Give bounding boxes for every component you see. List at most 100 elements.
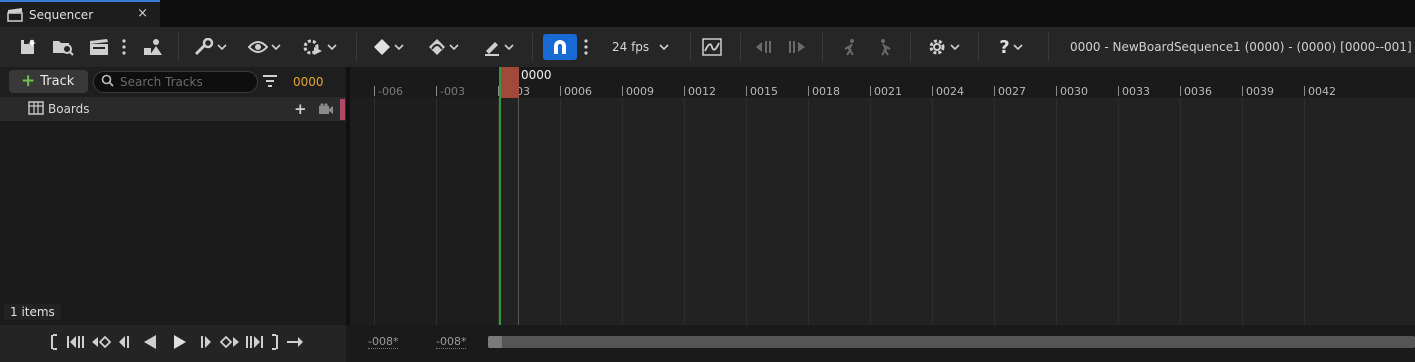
- wrench-icon: [194, 38, 214, 56]
- step-back-key-icon: [753, 39, 775, 55]
- step-forward-icon: [199, 334, 213, 353]
- play-reverse-icon: [142, 334, 158, 353]
- ruler-tick: [870, 86, 871, 96]
- gear-icon: [927, 37, 947, 57]
- ruler-tick-label: 0021: [874, 85, 902, 98]
- current-time-readout[interactable]: 0000: [293, 75, 324, 89]
- arrow-right-icon: [286, 334, 304, 353]
- grid-line: [1056, 98, 1057, 325]
- view-range-start[interactable]: -008*: [368, 335, 399, 349]
- previous-key-button[interactable]: [90, 335, 112, 351]
- ruler-tick-label: 0015: [750, 85, 778, 98]
- next-key-button[interactable]: [785, 35, 809, 59]
- key-interp-dropdown[interactable]: [425, 35, 461, 59]
- snap-options-button[interactable]: [580, 35, 592, 59]
- grid-line: [932, 98, 933, 325]
- scrollbar-thumb[interactable]: [488, 336, 502, 348]
- play-options-dropdown[interactable]: [300, 35, 338, 59]
- playback-start-marker[interactable]: [499, 67, 501, 325]
- ruler-tick: [622, 86, 623, 96]
- track-row-boards[interactable]: Boards +: [0, 97, 346, 121]
- help-dropdown[interactable]: ?: [992, 35, 1030, 59]
- toolbar: 24 fps ? 0000 - NewBoardSequence1 (0000)…: [0, 27, 1415, 67]
- playhead-handle[interactable]: [499, 67, 519, 98]
- key-dropdown[interactable]: [370, 35, 406, 59]
- camera-cut-button[interactable]: [141, 35, 165, 59]
- ruler-tick-label: 0009: [626, 85, 654, 98]
- playhead-line: [518, 98, 519, 325]
- browse-button[interactable]: [51, 35, 75, 59]
- filter-button[interactable]: [262, 74, 278, 91]
- outliner-header: + Track 0000: [0, 67, 346, 97]
- go-to-end-button[interactable]: [271, 333, 279, 353]
- transport-controls: [0, 325, 346, 362]
- walk-forward-button[interactable]: [873, 35, 897, 59]
- grid-line: [808, 98, 809, 325]
- chevron-down-icon: [659, 44, 669, 50]
- render-movie-button[interactable]: [88, 35, 110, 59]
- ruler-tick: [1056, 86, 1057, 96]
- timeline-area[interactable]: -006-00300030006000900120015001800210024…: [350, 67, 1415, 325]
- ruler-tick: [374, 86, 375, 96]
- pencil-icon: [483, 38, 501, 56]
- magnet-icon: [551, 38, 569, 56]
- storyboard-grid-icon: [28, 100, 44, 118]
- next-frame-button[interactable]: [199, 335, 213, 351]
- toolbar-separator: [978, 33, 979, 61]
- loop-mode-button[interactable]: [286, 335, 304, 351]
- actors-icon: [142, 38, 164, 56]
- ruler-tick-label: 0033: [1122, 85, 1150, 98]
- tab-label: Sequencer: [29, 7, 94, 22]
- diamond-key-icon: [373, 38, 391, 56]
- previous-frame-set-button[interactable]: [66, 335, 86, 351]
- ruler-tick-label: 0027: [998, 85, 1026, 98]
- curve-editor-button[interactable]: [701, 35, 723, 59]
- frame-rate-dropdown[interactable]: 24 fps: [612, 35, 674, 59]
- add-board-button[interactable]: +: [294, 100, 307, 118]
- toolbar-separator: [740, 33, 741, 61]
- camera-icon[interactable]: [318, 103, 334, 118]
- toolbar-separator: [690, 33, 691, 61]
- grid-line: [994, 98, 995, 325]
- sequence-breadcrumb[interactable]: 0000 - NewBoardSequence1 (0000) - (0000)…: [1070, 40, 1412, 54]
- ruler-tick: [994, 86, 995, 96]
- grid-line: [684, 98, 685, 325]
- chevron-down-icon: [270, 44, 281, 50]
- prev-key-button[interactable]: [752, 35, 776, 59]
- step-forward-key-icon: [786, 39, 808, 55]
- grid-line: [746, 98, 747, 325]
- close-tab-button[interactable]: ×: [137, 6, 148, 21]
- previous-frame-button[interactable]: [117, 335, 131, 351]
- timeline-scrollbar[interactable]: [488, 336, 1415, 348]
- play-button[interactable]: [172, 334, 188, 351]
- search-tracks-input[interactable]: [120, 75, 250, 89]
- ruler-tick-label: -006: [378, 85, 403, 98]
- eye-icon: [247, 40, 268, 54]
- gear-play-icon: [302, 38, 324, 56]
- jump-end-icon: [271, 333, 279, 353]
- bottom-bar: -008* -008*: [0, 325, 1415, 362]
- walk-forward-icon: [875, 38, 895, 56]
- next-frame-set-button[interactable]: [244, 335, 264, 351]
- search-tracks-field[interactable]: [93, 71, 258, 93]
- add-track-button[interactable]: + Track: [9, 70, 88, 93]
- more-options-button[interactable]: [118, 35, 130, 59]
- view-options-dropdown[interactable]: [246, 35, 282, 59]
- tab-sequencer[interactable]: Sequencer ×: [0, 0, 160, 27]
- ruler-tick-label: 0018: [812, 85, 840, 98]
- tab-bar: Sequencer ×: [0, 0, 1415, 27]
- play-reverse-button[interactable]: [142, 334, 158, 353]
- tools-dropdown[interactable]: [192, 35, 228, 59]
- next-key-button[interactable]: [219, 335, 241, 351]
- save-button[interactable]: [17, 35, 39, 59]
- snap-toggle[interactable]: [543, 34, 577, 60]
- walk-back-button[interactable]: [838, 35, 862, 59]
- settings-dropdown[interactable]: [924, 35, 962, 59]
- view-range-end[interactable]: -008*: [436, 335, 467, 349]
- edit-mode-dropdown[interactable]: [480, 35, 516, 59]
- frame-rate-label: 24 fps: [612, 40, 650, 54]
- diamond-interp-icon: [428, 38, 446, 56]
- chevron-down-icon: [448, 44, 459, 50]
- go-to-start-button[interactable]: [50, 333, 58, 351]
- chevron-down-icon: [393, 44, 404, 50]
